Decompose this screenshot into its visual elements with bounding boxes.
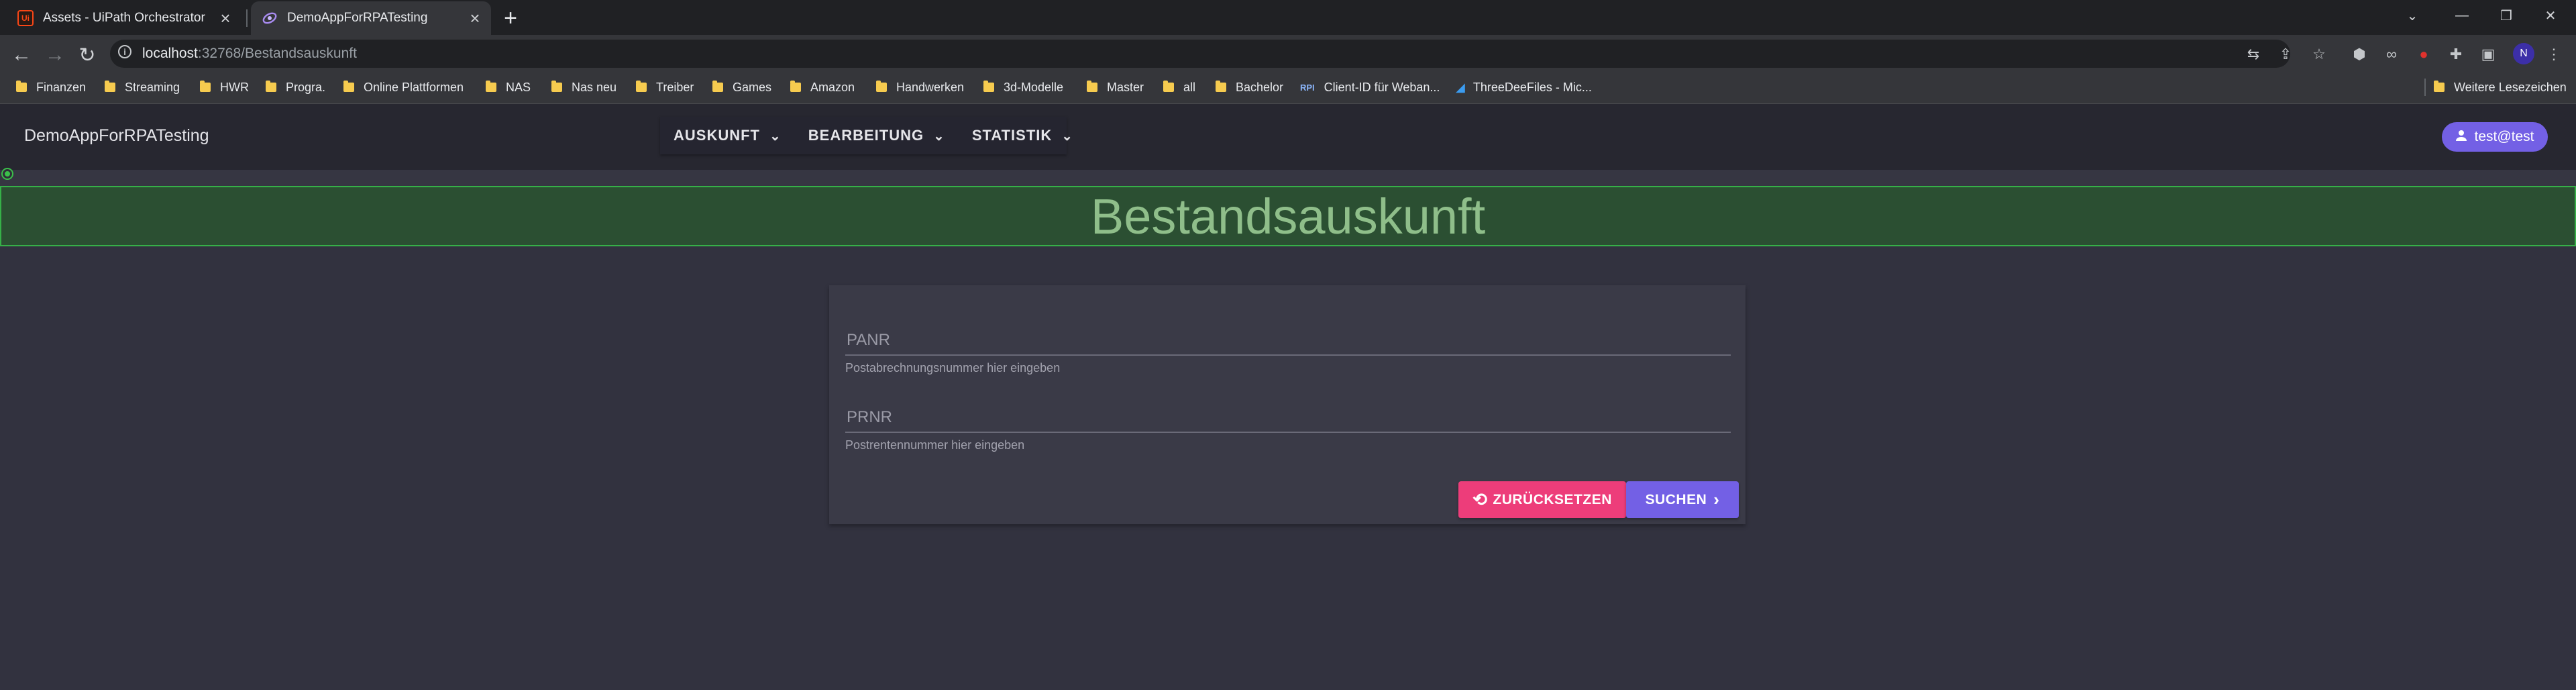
folder-icon	[486, 81, 496, 92]
folder-icon	[1087, 81, 1097, 92]
kebab-menu-icon[interactable]: ⋮	[2542, 43, 2565, 66]
browser-tab-uipath[interactable]: Ui Assets - UiPath Orchestrator ×	[7, 1, 241, 35]
menu-bearbeitung[interactable]: BEARBEITUNG ⌄	[795, 117, 959, 154]
bookmark-item[interactable]: NAS	[486, 75, 531, 99]
menu-auskunft[interactable]: AUSKUNFT ⌄	[660, 117, 795, 154]
extension-glasses-icon[interactable]: ∞	[2380, 43, 2403, 66]
new-tab-button[interactable]: +	[498, 5, 523, 31]
minimize-icon[interactable]: —	[2449, 4, 2475, 27]
search-button[interactable]: SUCHEN ›	[1626, 481, 1739, 518]
folder-icon	[105, 81, 115, 92]
bookmark-divider	[2424, 79, 2426, 96]
main-menu: AUSKUNFT ⌄ BEARBEITUNG ⌄ STATISTIK ⌄	[660, 117, 1073, 154]
user-button[interactable]: test@test	[2442, 122, 2548, 152]
bookmark-item[interactable]: Streaming	[105, 75, 180, 99]
chevron-right-icon: ›	[1713, 489, 1720, 509]
folder-icon	[876, 81, 887, 92]
folder-icon	[266, 81, 276, 92]
extension-red-icon[interactable]: ●	[2412, 43, 2435, 66]
bookmark-item[interactable]: ◢ ThreeDeeFiles - Mic...	[1456, 75, 1592, 99]
folder-icon	[712, 81, 723, 92]
folder-icon	[551, 81, 562, 92]
tab-search-chevron-icon[interactable]: ⌄	[2399, 4, 2426, 27]
extensions-puzzle-icon[interactable]: ✚	[2445, 43, 2467, 66]
close-tab-icon[interactable]: ×	[216, 8, 235, 28]
blazor-favicon-icon	[262, 10, 278, 26]
reload-icon[interactable]: ↻	[74, 42, 101, 68]
bookmark-item[interactable]: Finanzen	[16, 75, 86, 99]
folder-icon	[1216, 81, 1226, 92]
bookmark-item[interactable]: Handwerken	[876, 75, 964, 99]
app-title[interactable]: DemoAppForRPATesting	[24, 124, 209, 148]
folder-icon	[1163, 81, 1174, 92]
bookmark-item[interactable]: Amazon	[790, 75, 855, 99]
uipath-favicon-icon: Ui	[17, 10, 34, 26]
bookmark-item[interactable]: Bachelor	[1216, 75, 1283, 99]
folder-icon	[200, 81, 211, 92]
forward-arrow-icon[interactable]: →	[42, 42, 68, 68]
folder-icon	[636, 81, 647, 92]
url-text[interactable]: localhost:32768/Bestandsauskunft	[142, 44, 357, 64]
status-dot-icon	[1, 168, 13, 180]
menu-statistik[interactable]: STATISTIK ⌄	[959, 117, 1087, 154]
folder-icon	[16, 81, 27, 92]
person-icon	[2455, 130, 2467, 145]
side-panel-icon[interactable]: ▣	[2477, 43, 2500, 66]
app-header	[0, 104, 2576, 170]
user-label: test@test	[2474, 129, 2534, 144]
other-bookmarks[interactable]: Weitere Lesezeichen	[2434, 75, 2567, 99]
page-title: Bestandsauskunft	[1090, 189, 1486, 244]
browser-tab-demoapp[interactable]: DemoAppForRPATesting ×	[251, 1, 491, 35]
chevron-down-icon: ⌄	[1061, 128, 1074, 144]
extension-hexagon-icon[interactable]: ⬢	[2348, 43, 2371, 66]
share-icon[interactable]: ⇪	[2274, 43, 2297, 66]
azure-icon: ◢	[1456, 80, 1465, 94]
bookmark-item[interactable]: Online Plattformen	[343, 75, 464, 99]
bookmark-item[interactable]: Games	[712, 75, 771, 99]
site-info-icon[interactable]: i	[118, 45, 131, 58]
bookmark-item[interactable]: RPI Client-ID für Weban...	[1300, 75, 1440, 99]
prnr-hint: Postrentennummer hier eingeben	[845, 438, 1025, 452]
panr-underline	[845, 354, 1731, 356]
panr-hint: Postabrechnungsnummer hier eingeben	[845, 361, 1061, 375]
bookmark-item[interactable]: all	[1163, 75, 1195, 99]
translate-icon[interactable]: ⇆	[2242, 43, 2265, 66]
bookmark-item[interactable]: Nas neu	[551, 75, 616, 99]
tab-title: Assets - UiPath Orchestrator	[43, 11, 205, 25]
profile-avatar[interactable]: N	[2513, 43, 2534, 64]
tab-separator	[246, 9, 248, 27]
prnr-input[interactable]	[845, 403, 1733, 432]
tab-title: DemoAppForRPATesting	[287, 11, 428, 25]
refresh-icon: ⟲	[1472, 489, 1488, 509]
bookmark-item[interactable]: Progra.	[266, 75, 325, 99]
folder-icon	[2434, 81, 2445, 92]
back-arrow-icon[interactable]: ←	[8, 42, 35, 68]
restore-icon[interactable]: ❐	[2493, 4, 2520, 27]
rpi-icon: RPI	[1300, 82, 1315, 93]
folder-icon	[983, 81, 994, 92]
address-bar[interactable]	[110, 40, 2290, 68]
window-close-icon[interactable]: ✕	[2537, 4, 2564, 27]
bookmark-star-icon[interactable]: ☆	[2308, 43, 2330, 66]
folder-icon	[790, 81, 801, 92]
content-top-band	[0, 170, 2576, 186]
reset-button[interactable]: ⟲ ZURÜCKSETZEN	[1458, 481, 1626, 518]
bookmark-item[interactable]: HWR	[200, 75, 249, 99]
close-tab-icon[interactable]: ×	[466, 8, 484, 28]
chevron-down-icon: ⌄	[769, 128, 782, 144]
folder-icon	[343, 81, 354, 92]
panr-input[interactable]	[845, 326, 1733, 354]
prnr-underline	[845, 432, 1731, 433]
bookmark-item[interactable]: Master	[1087, 75, 1144, 99]
bookmark-item[interactable]: 3d-Modelle	[983, 75, 1063, 99]
bookmark-item[interactable]: Treiber	[636, 75, 694, 99]
chevron-down-icon: ⌄	[933, 128, 945, 144]
